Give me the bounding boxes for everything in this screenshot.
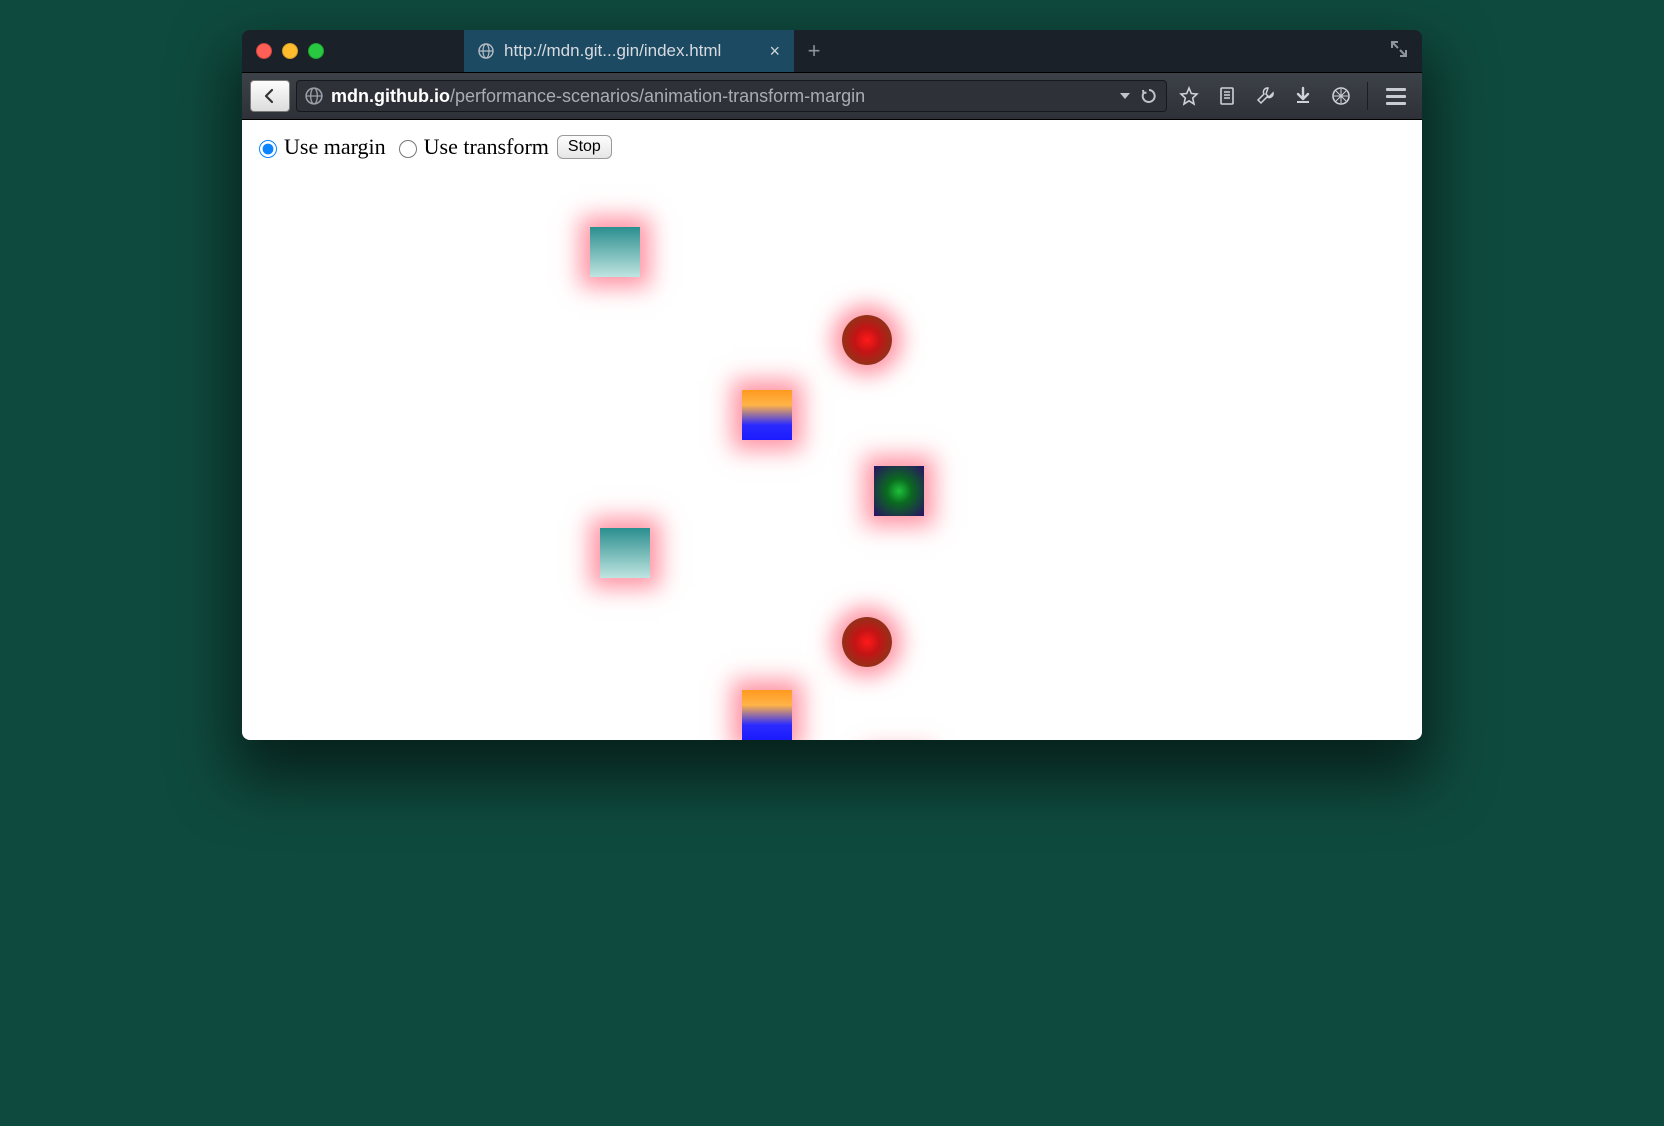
toolbar-separator xyxy=(1367,82,1368,110)
developer-tools-icon[interactable] xyxy=(1249,86,1281,106)
radio-use-margin-input[interactable] xyxy=(259,140,277,158)
controls-row: Use margin Use transform Stop xyxy=(242,120,1422,174)
downloads-icon[interactable] xyxy=(1287,86,1319,106)
animated-shape xyxy=(842,617,892,667)
back-button[interactable] xyxy=(250,80,290,112)
animated-shape xyxy=(874,466,924,516)
url-text: mdn.github.io/performance-scenarios/anim… xyxy=(331,86,1110,107)
radio-use-transform-label: Use transform xyxy=(424,134,549,160)
globe-icon xyxy=(305,87,323,105)
page-content: Use margin Use transform Stop xyxy=(242,120,1422,740)
close-window-button[interactable] xyxy=(256,43,272,59)
animated-shape xyxy=(742,690,792,740)
zoom-window-button[interactable] xyxy=(308,43,324,59)
stop-button[interactable]: Stop xyxy=(557,135,612,159)
bookmark-star-icon[interactable] xyxy=(1173,86,1205,106)
url-host: mdn.github.io xyxy=(331,86,450,106)
radio-use-transform-input[interactable] xyxy=(399,140,417,158)
addon-icon[interactable] xyxy=(1325,86,1357,106)
fullscreen-icon[interactable] xyxy=(1390,40,1408,58)
chevron-down-icon[interactable] xyxy=(1118,89,1132,103)
animated-shape xyxy=(600,528,650,578)
animated-shape xyxy=(590,227,640,277)
animated-shape xyxy=(742,390,792,440)
new-tab-button[interactable]: + xyxy=(794,30,834,72)
tab-bar: http://mdn.git...gin/index.html × + xyxy=(242,30,1422,72)
globe-icon xyxy=(478,43,494,59)
tab-title: http://mdn.git...gin/index.html xyxy=(504,41,769,61)
minimize-window-button[interactable] xyxy=(282,43,298,59)
window-controls xyxy=(242,43,324,59)
animated-shape xyxy=(842,315,892,365)
radio-use-transform[interactable]: Use transform xyxy=(394,134,549,160)
reload-button[interactable] xyxy=(1140,87,1158,105)
browser-tab[interactable]: http://mdn.git...gin/index.html × xyxy=(464,30,794,72)
reader-view-icon[interactable] xyxy=(1211,86,1243,106)
close-tab-button[interactable]: × xyxy=(769,42,780,60)
hamburger-menu-button[interactable] xyxy=(1378,81,1414,111)
browser-window: http://mdn.git...gin/index.html × + mdn.… xyxy=(242,30,1422,740)
url-path: /performance-scenarios/animation-transfo… xyxy=(450,86,865,106)
radio-use-margin-label: Use margin xyxy=(284,134,386,160)
navigation-toolbar: mdn.github.io/performance-scenarios/anim… xyxy=(242,72,1422,120)
url-bar[interactable]: mdn.github.io/performance-scenarios/anim… xyxy=(296,80,1167,112)
radio-use-margin[interactable]: Use margin xyxy=(254,134,386,160)
